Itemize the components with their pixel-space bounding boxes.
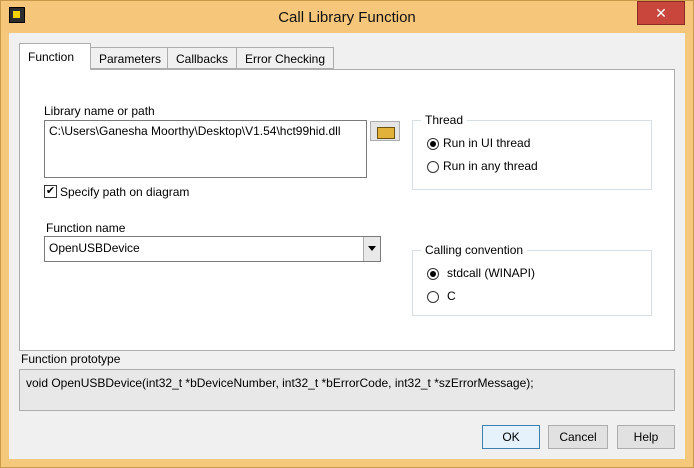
run-ui-thread-label: Run in UI thread	[443, 136, 531, 150]
run-any-thread-radio[interactable]	[427, 161, 439, 173]
function-tab-panel: Library name or path C:\Users\Ganesha Mo…	[19, 69, 675, 351]
dialog-window: Call Library Function ✕ Function Paramet…	[0, 0, 694, 468]
function-prototype-label: Function prototype	[21, 352, 121, 366]
close-button[interactable]: ✕	[637, 1, 685, 25]
run-ui-thread-radio[interactable]	[427, 138, 439, 150]
library-path-input[interactable]: C:\Users\Ganesha Moorthy\Desktop\V1.54\h…	[44, 120, 367, 178]
library-name-label: Library name or path	[44, 104, 155, 118]
calling-convention-group: Calling convention stdcall (WINAPI) C	[412, 243, 652, 316]
c-convention-radio[interactable]	[427, 291, 439, 303]
help-button[interactable]: Help	[617, 425, 675, 449]
specify-path-checkbox[interactable]: ✔	[44, 185, 57, 198]
stdcall-label: stdcall (WINAPI)	[447, 266, 536, 280]
run-any-thread-label: Run in any thread	[443, 159, 538, 173]
stdcall-radio[interactable]	[427, 268, 439, 280]
function-prototype-text: void OpenUSBDevice(int32_t *bDeviceNumbe…	[26, 376, 534, 390]
title-bar[interactable]: Call Library Function ✕	[1, 1, 693, 33]
browse-folder-button[interactable]	[370, 121, 400, 141]
dialog-client-area: Function Parameters Callbacks Error Chec…	[9, 33, 685, 459]
function-prototype-box: void OpenUSBDevice(int32_t *bDeviceNumbe…	[19, 369, 675, 411]
tab-error-checking[interactable]: Error Checking	[236, 47, 334, 69]
specify-path-label: Specify path on diagram	[60, 185, 190, 199]
cancel-button[interactable]: Cancel	[548, 425, 608, 449]
tab-callbacks[interactable]: Callbacks	[167, 47, 237, 69]
thread-group-title: Thread	[421, 113, 468, 127]
ok-button[interactable]: OK	[482, 425, 540, 449]
c-convention-label: C	[447, 289, 456, 303]
chevron-down-icon[interactable]	[363, 237, 380, 261]
thread-group: Thread Run in UI thread Run in any threa…	[412, 113, 652, 190]
tab-function[interactable]: Function	[19, 43, 91, 70]
window-title: Call Library Function	[278, 9, 416, 26]
function-name-dropdown[interactable]: OpenUSBDevice	[44, 236, 381, 262]
function-name-value: OpenUSBDevice	[49, 241, 140, 255]
calling-convention-title: Calling convention	[421, 243, 528, 257]
function-name-label: Function name	[46, 221, 126, 235]
tab-parameters[interactable]: Parameters	[90, 47, 168, 69]
